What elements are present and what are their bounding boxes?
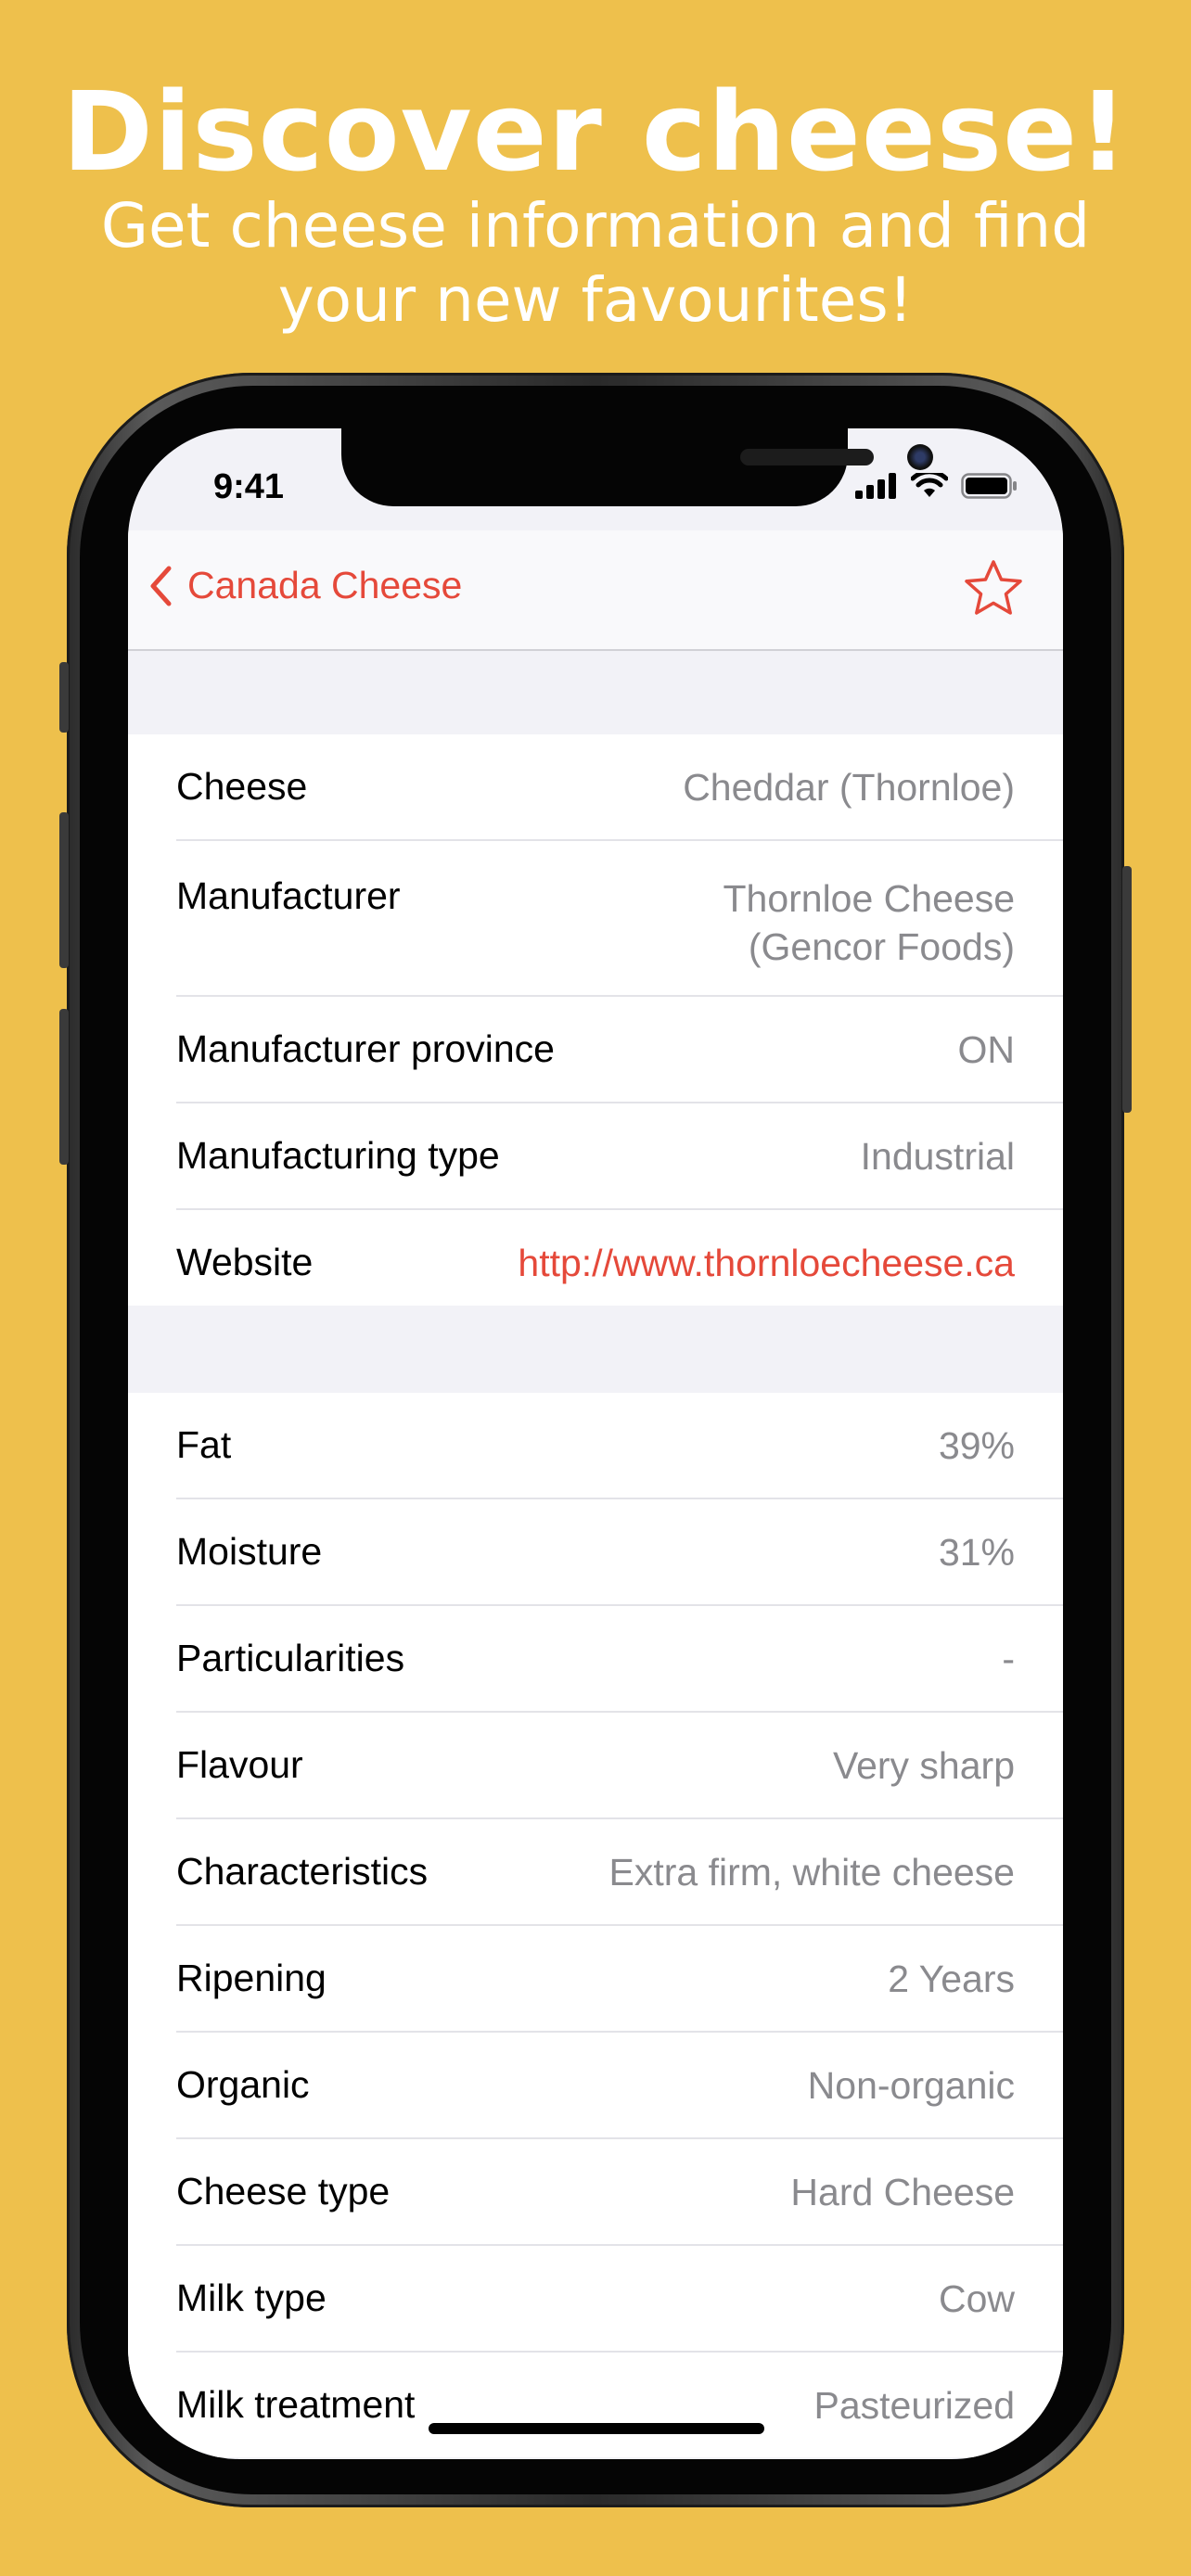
wifi-icon (911, 473, 948, 497)
row-characteristics: Characteristics Extra firm, white cheese (176, 1819, 1063, 1926)
back-button-label: Canada Cheese (187, 564, 463, 606)
row-label: Manufacturing type (176, 1134, 500, 1177)
row-value: - (1002, 1637, 1015, 1680)
row-label: Flavour (176, 1743, 303, 1786)
row-particularities: Particularities - (176, 1606, 1063, 1713)
row-value: Cow (938, 2276, 1015, 2320)
row-value: Cheddar (Thornloe) (683, 765, 1015, 809)
promo-subtitle-line1: Get cheese information and find (100, 190, 1091, 261)
status-time: 9:41 (213, 467, 285, 506)
row-label: Characteristics (176, 1850, 429, 1893)
row-website: Website http://www.thornloecheese.ca (176, 1210, 1063, 1315)
section-spacer-1 (128, 651, 1063, 734)
row-value: Extra firm, white cheese (608, 1850, 1016, 1894)
row-label: Cheese type (176, 2170, 391, 2213)
row-value: Pasteurized (813, 2383, 1015, 2427)
status-icons (855, 473, 1018, 499)
row-manufacturing-type: Manufacturing type Industrial (176, 1103, 1063, 1210)
battery-icon (961, 473, 1017, 499)
row-fat: Fat 39% (176, 1393, 1063, 1499)
side-button-power (1122, 866, 1132, 1113)
back-button[interactable]: Canada Cheese (148, 564, 462, 607)
row-value: Industrial (860, 1134, 1015, 1178)
row-label: Particularities (176, 1637, 405, 1679)
star-outline-icon (965, 560, 1022, 615)
row-flavour: Flavour Very sharp (176, 1713, 1063, 1819)
row-manufacturer-province: Manufacturer province ON (176, 997, 1063, 1103)
row-milk-type: Milk type Cow (176, 2246, 1063, 2353)
chevron-left-icon (150, 566, 172, 606)
manufacturer-line2: (Gencor Foods) (748, 925, 1015, 968)
row-value: 2 Years (888, 1957, 1015, 2000)
row-value: 39% (938, 1423, 1015, 1467)
row-milk-treatment: Milk treatment Pasteurized (176, 2353, 1063, 2457)
row-moisture: Moisture 31% (176, 1499, 1063, 1606)
row-manufacturer: Manufacturer Thornloe Cheese (Gencor Foo… (176, 841, 1063, 997)
side-button-volume-down (59, 1009, 69, 1165)
row-value: 31% (938, 1530, 1015, 1574)
front-camera (907, 444, 933, 470)
row-value: ON (957, 1027, 1016, 1071)
row-organic: Organic Non-organic (176, 2033, 1063, 2139)
navigation-bar: Canada Cheese (128, 530, 1063, 651)
row-value: Non-organic (807, 2063, 1015, 2107)
row-ripening: Ripening 2 Years (176, 1926, 1063, 2033)
row-label: Moisture (176, 1530, 323, 1573)
manufacturer-line1: Thornloe Cheese (723, 877, 1015, 920)
row-value: Very sharp (833, 1743, 1015, 1787)
side-button-mute (59, 662, 69, 733)
side-button-volume-up (59, 812, 69, 968)
general-info-group: Cheese Cheddar (Thornloe) Manufacturer T… (128, 734, 1063, 1315)
row-label: Milk type (176, 2276, 327, 2319)
favorite-button[interactable] (963, 558, 1024, 622)
notch (341, 428, 933, 506)
promo-subtitle: Get cheese information and find your new… (56, 189, 1135, 338)
promo-subtitle-line2: your new favourites! (277, 264, 914, 336)
details-group: Fat 39% Moisture 31% Particularities - F… (128, 1393, 1063, 2457)
row-label: Manufacturer province (176, 1027, 555, 1070)
row-label: Cheese (176, 765, 308, 808)
row-label: Milk treatment (176, 2383, 416, 2426)
home-indicator[interactable] (429, 2423, 764, 2434)
row-value: Thornloe Cheese (Gencor Foods) (723, 841, 1015, 971)
row-cheese-type: Cheese type Hard Cheese (176, 2139, 1063, 2246)
promo-title: Discover cheese! (62, 68, 1129, 196)
section-spacer-2 (128, 1306, 1063, 1393)
speaker-grille (740, 449, 874, 465)
row-cheese: Cheese Cheddar (Thornloe) (176, 734, 1063, 841)
row-value: Hard Cheese (790, 2170, 1015, 2213)
row-label: Fat (176, 1423, 232, 1466)
row-label: Organic (176, 2063, 310, 2106)
cellular-signal-icon (855, 473, 896, 499)
phone-screen: 9:41 Canada Cheese Cheese Cheddar (Thorn… (128, 428, 1063, 2459)
row-label: Ripening (176, 1957, 327, 1999)
website-link[interactable]: http://www.thornloecheese.ca (518, 1239, 1015, 1287)
row-label: Manufacturer (176, 874, 401, 917)
row-label: Website (176, 1241, 314, 1283)
